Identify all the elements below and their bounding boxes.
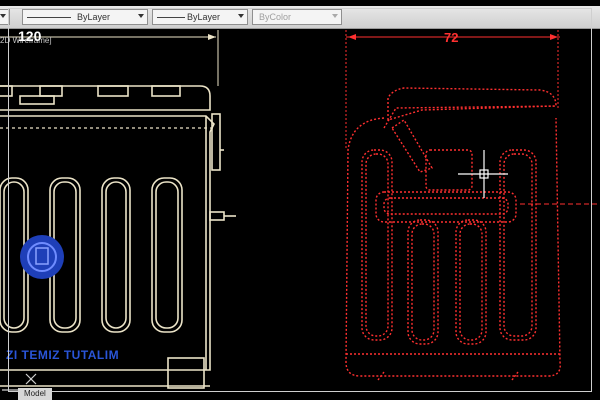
brand-slogan-text: ZI TEMIZ TUTALIM	[6, 348, 120, 362]
linetype-dropdown[interactable]: ByLayer	[22, 9, 148, 25]
logo-emblem-icon	[20, 235, 64, 279]
color-dropdown[interactable]	[0, 9, 10, 25]
lineweight-value: ByLayer	[187, 12, 221, 22]
plotstyle-value: ByColor	[259, 12, 292, 22]
dimension-text-left: 120	[18, 28, 42, 44]
drawing-canvas[interactable]	[0, 28, 600, 400]
right-side-view	[345, 30, 600, 381]
dropdown-arrow-icon	[138, 14, 144, 18]
dropdown-arrow-icon	[0, 14, 6, 18]
dimension-text-right: 72	[444, 30, 459, 45]
dropdown-arrow-icon	[332, 14, 338, 18]
linetype-value: ByLayer	[77, 12, 111, 22]
lineweight-dropdown[interactable]: ByLayer	[152, 9, 248, 25]
model-tab[interactable]: Model	[18, 388, 52, 400]
linetype-swatch	[27, 17, 71, 18]
left-front-view	[0, 30, 236, 389]
lineweight-swatch	[157, 17, 185, 18]
properties-toolbar: ByLayer ByLayer ByColor	[0, 6, 600, 29]
plotstyle-dropdown[interactable]: ByColor	[252, 9, 342, 25]
dropdown-arrow-icon	[238, 14, 244, 18]
